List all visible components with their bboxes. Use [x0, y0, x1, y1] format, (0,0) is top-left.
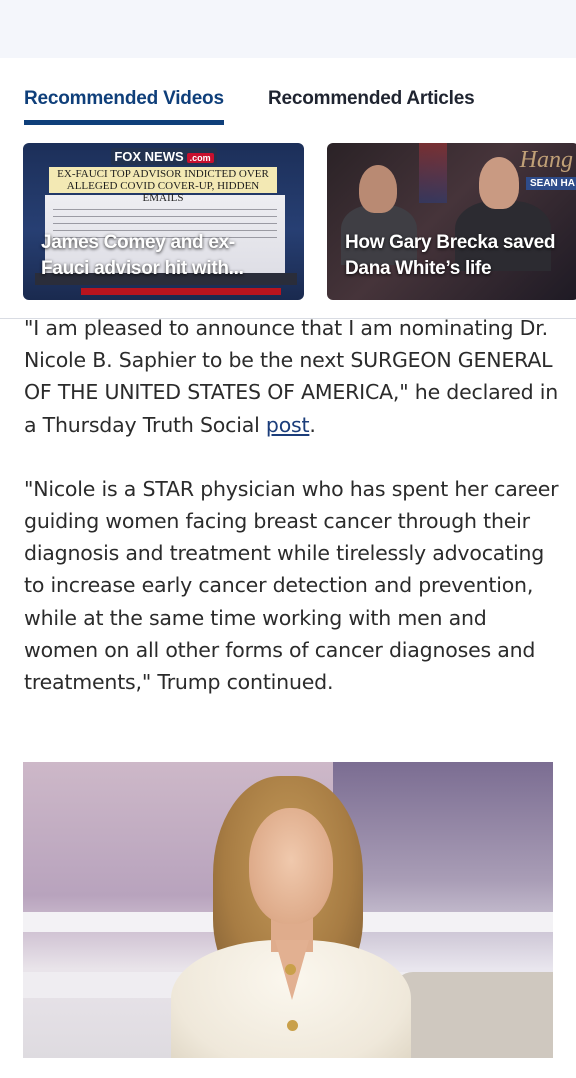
video-card[interactable]: FOX NEWS .com EX-FAUCI TOP ADVISOR INDICT… — [23, 143, 304, 300]
thumbnail-flag — [419, 143, 447, 203]
video-title[interactable]: James Comey and ex- Fauci advisor hit wi… — [41, 230, 244, 282]
recommended-tabs: Recommended Videos Recommended Articles — [0, 58, 576, 128]
article-photo[interactable] — [23, 762, 553, 1058]
jacket-button — [285, 964, 296, 975]
photo-sofa — [393, 972, 553, 1058]
post-link[interactable]: post — [266, 413, 310, 437]
photo-subject-face — [249, 808, 333, 924]
breaking-news-bar — [81, 288, 281, 295]
article-body: "I am pleased to announce that I am nomi… — [24, 312, 559, 730]
article-paragraph: "I am pleased to announce that I am nomi… — [24, 316, 559, 437]
show-logo-sub: SEAN HA — [525, 177, 576, 190]
active-tab-indicator — [24, 120, 224, 125]
video-card[interactable]: Hang SEAN HA How Gary Brecka saved Dana … — [327, 143, 576, 300]
thumbnail-person-head — [359, 165, 397, 213]
thumbnail-headline: EX-FAUCI TOP ADVISOR INDICTED OVER ALLEG… — [49, 167, 277, 204]
fox-news-logo: FOX NEWS .com — [111, 148, 217, 165]
thumbnail-person-head — [479, 157, 519, 209]
show-logo: Hang — [519, 147, 573, 173]
article-paragraph: "Nicole is a STAR physician who has spen… — [24, 476, 559, 695]
video-title[interactable]: How Gary Brecka saved Dana White’s life — [345, 230, 556, 282]
jacket-button — [287, 1020, 298, 1031]
tab-recommended-videos[interactable]: Recommended Videos — [24, 88, 224, 110]
tab-recommended-articles[interactable]: Recommended Articles — [268, 88, 475, 110]
top-banner-area — [0, 0, 576, 58]
